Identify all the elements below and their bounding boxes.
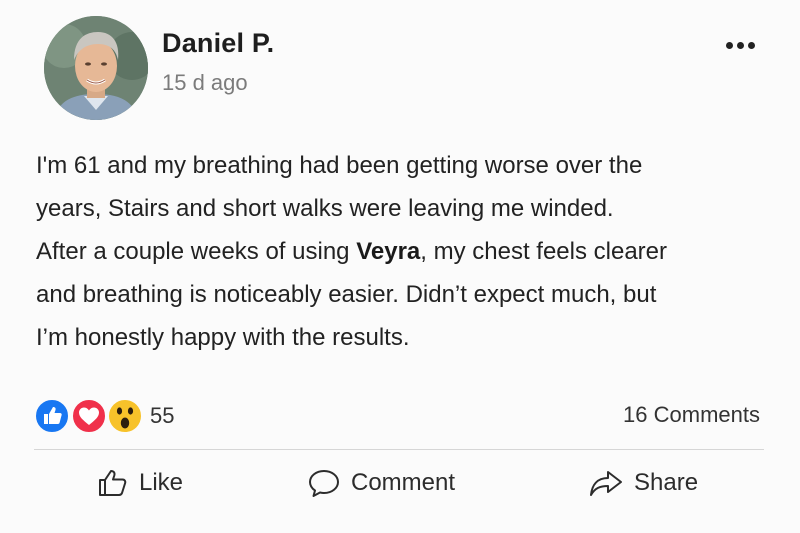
- post-text-segment: , my chest feels clearer: [420, 238, 668, 265]
- like-button[interactable]: Like: [97, 464, 183, 502]
- author-name[interactable]: Daniel P.: [162, 28, 274, 59]
- product-name: Veyra: [356, 238, 421, 265]
- author-avatar[interactable]: [44, 16, 148, 120]
- comments-count-link[interactable]: 16 Comments: [623, 402, 760, 428]
- divider: [34, 449, 764, 450]
- share-arrow-icon: [590, 471, 622, 496]
- comment-button[interactable]: Comment: [307, 464, 455, 502]
- post-timestamp[interactable]: 15 d ago: [162, 70, 248, 96]
- reactions-summary[interactable]: 55: [34, 398, 174, 434]
- reaction-icons: [34, 398, 146, 434]
- more-options-button[interactable]: [716, 30, 764, 60]
- like-reaction-icon: [34, 398, 70, 434]
- comment-label: Comment: [351, 469, 456, 496]
- wow-reaction-icon: [107, 398, 143, 434]
- post-text-line: I’m honestly happy with the results.: [36, 324, 410, 351]
- more-dots-icon: [725, 41, 755, 49]
- post-text-line: After a couple weeks of using Veyra, my …: [36, 230, 786, 273]
- post-card: Daniel P. 15 d ago I'm 61 and my breathi…: [0, 0, 800, 533]
- reaction-count: 55: [150, 403, 175, 428]
- post-text: I'm 61 and my breathing had been getting…: [36, 144, 786, 359]
- post-text-line: I'm 61 and my breathing had been getting…: [36, 152, 643, 179]
- post-text-line: years, Stairs and short walks were leavi…: [36, 195, 614, 222]
- avatar-photo: [44, 16, 148, 120]
- share-button[interactable]: Share: [588, 464, 698, 502]
- post-text-line: and breathing is noticeably easier. Didn…: [36, 281, 657, 308]
- post-text-segment: After a couple weeks of using: [36, 238, 357, 265]
- like-label: Like: [139, 469, 184, 496]
- share-label: Share: [634, 469, 699, 496]
- comment-bubble-icon: [309, 470, 339, 497]
- thumbs-up-icon: [99, 470, 127, 496]
- love-reaction-icon: [71, 398, 107, 434]
